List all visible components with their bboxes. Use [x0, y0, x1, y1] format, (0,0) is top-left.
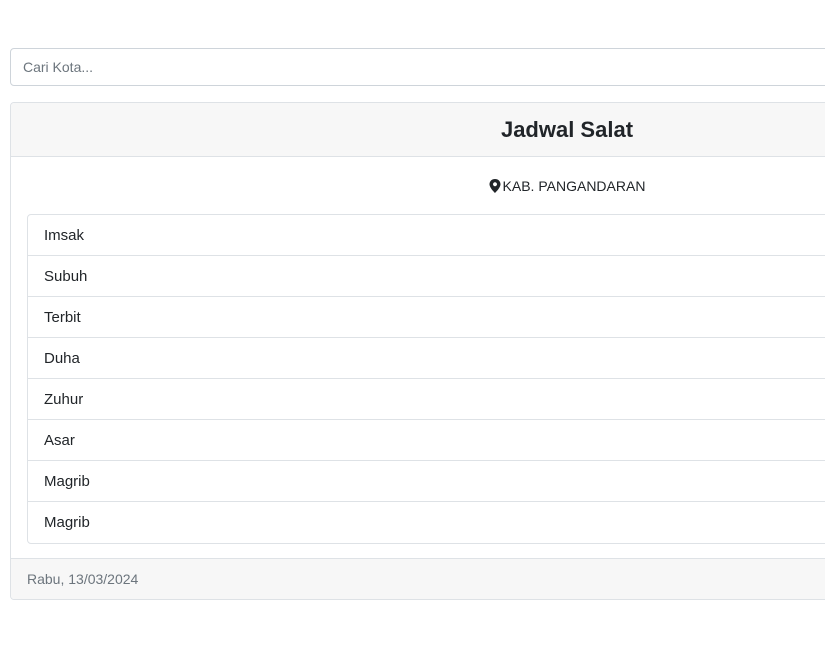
list-item: Imsak [28, 215, 825, 256]
search-input[interactable] [11, 49, 825, 85]
list-item: Asar [28, 420, 825, 461]
card-header: Jadwal Salat [11, 103, 825, 157]
prayer-name: Asar [44, 431, 75, 449]
search-field[interactable] [10, 48, 825, 86]
card-footer: Rabu, 13/03/2024 [11, 558, 825, 599]
location-label: KAB. PANGANDARAN [11, 157, 825, 215]
prayer-name: Magrib [44, 514, 90, 531]
list-item: Zuhur [28, 379, 825, 420]
prayer-name: Magrib [44, 472, 90, 490]
prayer-name: Subuh [44, 267, 88, 285]
list-item: Duha [28, 338, 825, 379]
list-item: Terbit [28, 297, 825, 338]
card-title: Jadwal Salat [500, 116, 634, 142]
prayer-name: Zuhur [44, 390, 84, 408]
prayer-schedule-card: Jadwal Salat KAB. PANGANDARAN Imsak Subu… [10, 102, 825, 600]
footer-date: Rabu, 13/03/2024 [27, 571, 139, 587]
prayer-name: Imsak [44, 226, 85, 244]
prayer-name: Terbit [44, 308, 81, 326]
location-name: KAB. PANGANDARAN [502, 178, 646, 194]
prayer-times-list: Imsak Subuh Terbit Duha Zuhur Asar Magri… [27, 214, 825, 544]
prayer-name: Duha [44, 349, 80, 367]
list-item: Subuh [28, 256, 825, 297]
map-marker-icon [489, 179, 501, 193]
list-item: Magrib [28, 502, 825, 543]
list-item: Magrib [28, 461, 825, 502]
